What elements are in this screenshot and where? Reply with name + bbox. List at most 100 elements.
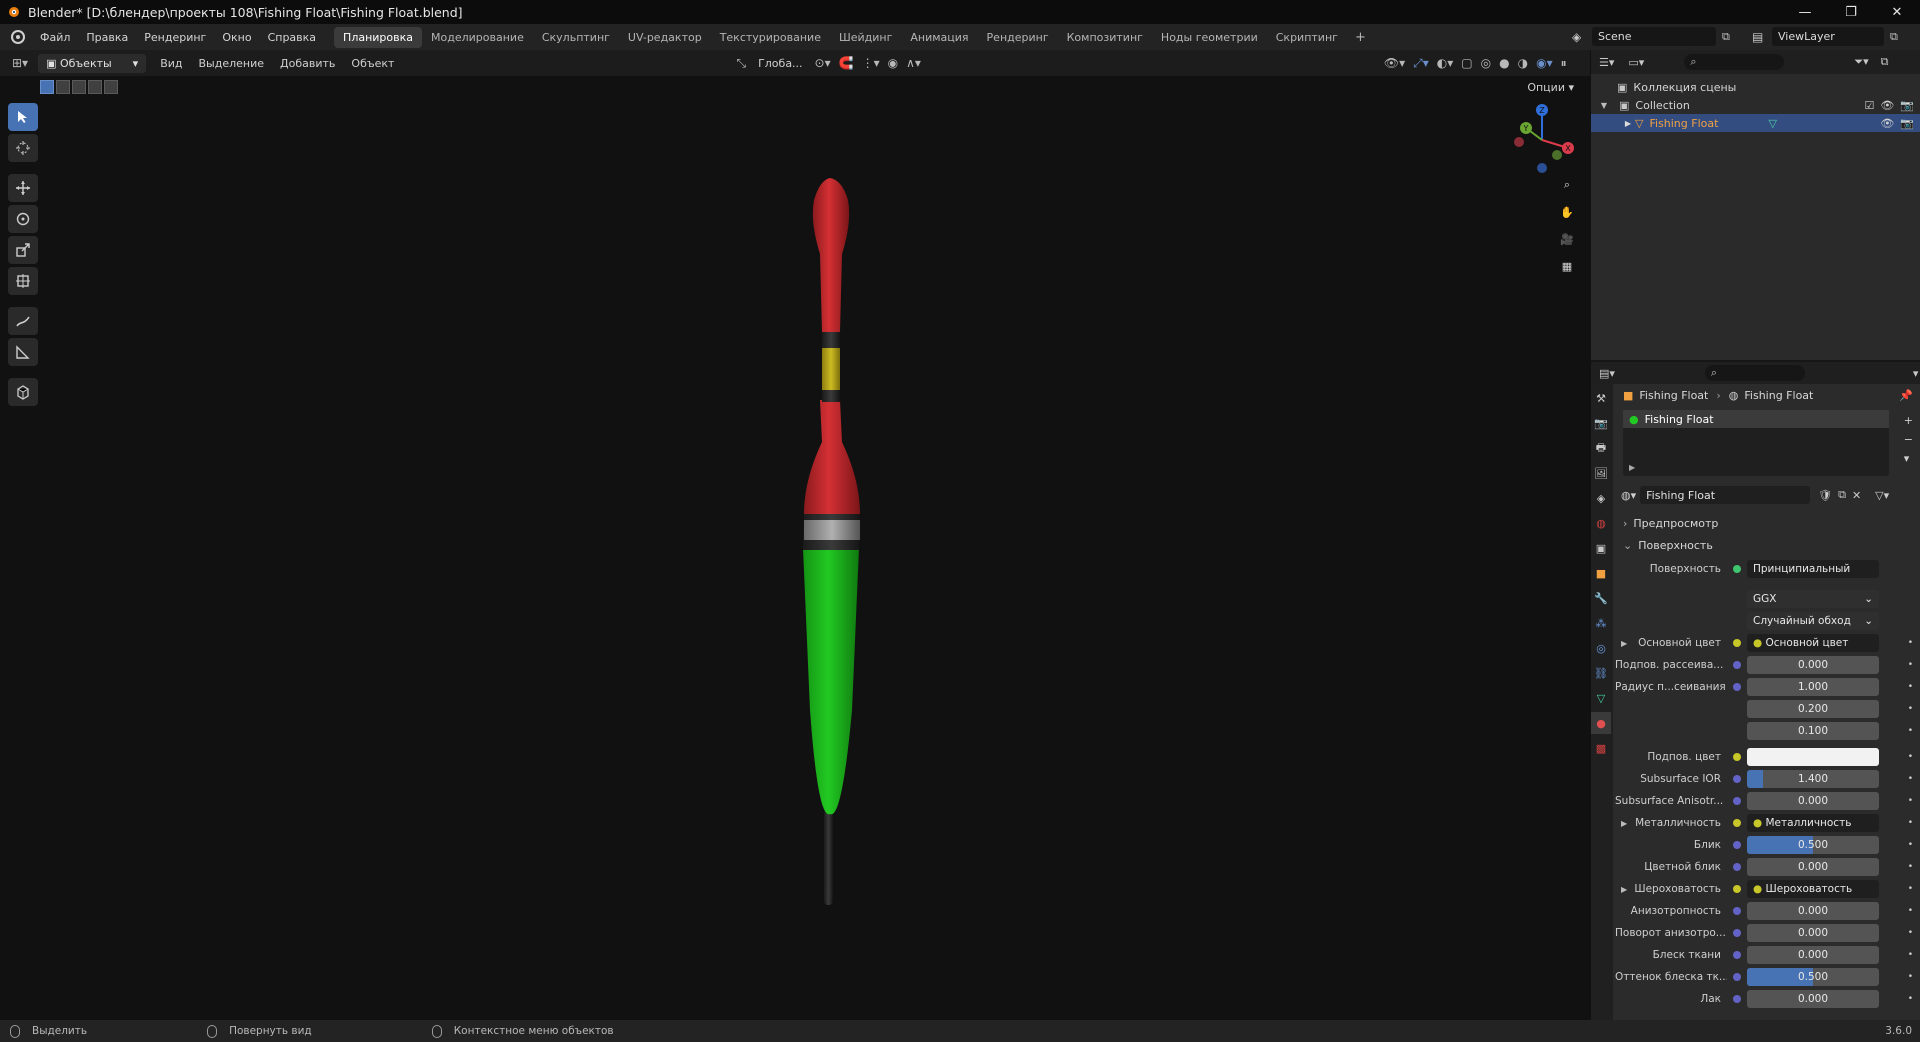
- xray-icon[interactable]: ▢: [1457, 56, 1476, 70]
- number-field[interactable]: 0.000: [1747, 990, 1879, 1008]
- input-socket-icon[interactable]: [1733, 705, 1741, 713]
- input-socket-icon[interactable]: [1733, 819, 1741, 827]
- tab-shading[interactable]: Шейдинг: [830, 27, 901, 48]
- tab-compositing[interactable]: Композитинг: [1058, 27, 1152, 48]
- scale-tool[interactable]: [8, 236, 38, 264]
- select-extend-button[interactable]: [56, 80, 70, 94]
- move-tool[interactable]: [8, 174, 38, 202]
- properties-search-input[interactable]: ⌕: [1704, 365, 1805, 381]
- new-collection-icon[interactable]: ⧉: [1881, 55, 1889, 69]
- view-layer-selector[interactable]: ViewLayer: [1772, 27, 1884, 46]
- add-workspace-button[interactable]: +: [1347, 30, 1374, 45]
- linked-input-field[interactable]: ● Основной цвет: [1747, 634, 1879, 652]
- keyframe-dot-icon[interactable]: •: [1908, 906, 1913, 916]
- tab-layout[interactable]: Планировка: [334, 26, 423, 48]
- scene-selector[interactable]: Scene: [1592, 27, 1716, 46]
- keyframe-dot-icon[interactable]: •: [1908, 950, 1913, 960]
- menu-view[interactable]: Вид: [152, 57, 190, 70]
- input-socket-icon[interactable]: [1733, 973, 1741, 981]
- input-socket-icon[interactable]: [1733, 661, 1741, 669]
- axis-neg-y-icon[interactable]: [1552, 150, 1562, 160]
- menu-add[interactable]: Добавить: [272, 57, 343, 70]
- tab-geometry-nodes[interactable]: Ноды геометрии: [1152, 27, 1267, 48]
- select-intersect-button[interactable]: [104, 80, 118, 94]
- gizmo-toggle-icon[interactable]: ⤢▾: [1409, 56, 1433, 71]
- tab-constraints[interactable]: ⛓: [1591, 662, 1611, 684]
- properties-editor-icon[interactable]: ▤▾: [1599, 367, 1615, 380]
- input-socket-icon[interactable]: [1733, 929, 1741, 937]
- pin-icon[interactable]: 📌: [1899, 389, 1913, 402]
- number-field[interactable]: 0.000: [1747, 902, 1879, 920]
- input-socket-icon[interactable]: [1733, 727, 1741, 735]
- select-box-tool[interactable]: [8, 103, 38, 131]
- display-mode-icon[interactable]: ▭▾: [1628, 56, 1644, 69]
- collection-row[interactable]: ▼ ▣ Collection ☑ 👁 📷: [1591, 96, 1920, 114]
- surface-shader-field[interactable]: Принципиальный BSDF: [1747, 560, 1879, 578]
- input-socket-icon[interactable]: [1733, 683, 1741, 691]
- object-row-fishing-float[interactable]: ▶ ▽ Fishing Float ▽ 👁 📷: [1591, 114, 1920, 132]
- tab-sculpting[interactable]: Скульптинг: [533, 27, 619, 48]
- axis-neg-x-icon[interactable]: [1514, 137, 1524, 147]
- visibility-icon[interactable]: 👁▾: [1380, 56, 1409, 70]
- editor-type-icon[interactable]: ⊞▾: [8, 56, 32, 70]
- camera-view-icon[interactable]: 🎥: [1556, 228, 1578, 250]
- fishing-float-model[interactable]: [780, 150, 880, 910]
- keyframe-dot-icon[interactable]: •: [1908, 726, 1913, 736]
- tab-particles[interactable]: ⁂: [1591, 612, 1611, 634]
- expand-object-icon[interactable]: ▶: [1591, 119, 1635, 128]
- properties-options-icon[interactable]: ▾: [1913, 367, 1919, 380]
- keyframe-dot-icon[interactable]: •: [1908, 862, 1913, 872]
- mode-dropdown[interactable]: ▣ Объекты ▾: [38, 53, 147, 73]
- preview-panel-header[interactable]: › Предпросмотр: [1615, 512, 1920, 534]
- input-socket-icon[interactable]: [1733, 639, 1741, 647]
- tab-modifiers[interactable]: 🔧: [1591, 587, 1611, 609]
- menu-help[interactable]: Справка: [260, 31, 324, 44]
- 3d-viewport[interactable]: ⊞▾ ▣ Объекты ▾ Вид Выделение Добавить Об…: [0, 50, 1590, 1020]
- menu-render[interactable]: Рендеринг: [136, 31, 214, 44]
- expand-input-icon[interactable]: ▶: [1621, 819, 1627, 828]
- tab-collection[interactable]: ▣: [1591, 537, 1611, 559]
- transform-tool[interactable]: [8, 267, 38, 295]
- expand-collection-icon[interactable]: ▼: [1591, 101, 1617, 110]
- fake-user-icon[interactable]: 🛡: [1818, 489, 1832, 502]
- tab-output[interactable]: 🖶: [1591, 437, 1611, 459]
- number-field[interactable]: 0.000: [1747, 656, 1879, 674]
- number-field[interactable]: 0.000: [1747, 858, 1879, 876]
- menu-object[interactable]: Объект: [343, 57, 402, 70]
- minimize-button[interactable]: —: [1782, 0, 1828, 24]
- tab-texture-paint[interactable]: Текстурирование: [711, 27, 830, 48]
- options-dropdown[interactable]: Опции ▾: [1519, 79, 1582, 96]
- input-socket-icon[interactable]: [1733, 951, 1741, 959]
- measure-tool[interactable]: [8, 338, 38, 366]
- pivot-icon[interactable]: ⊙▾: [811, 56, 835, 70]
- pause-render-icon[interactable]: ⏸: [1557, 56, 1571, 71]
- annotate-tool[interactable]: [8, 307, 38, 335]
- expand-slot-icon[interactable]: ▶: [1629, 463, 1635, 472]
- camera-render-icon[interactable]: 📷: [1900, 117, 1914, 130]
- snap-icon[interactable]: 🧲: [835, 56, 858, 70]
- select-invert-button[interactable]: [88, 80, 102, 94]
- menu-edit[interactable]: Правка: [78, 31, 136, 44]
- tab-tool[interactable]: ⚒: [1591, 387, 1611, 409]
- input-socket-icon[interactable]: [1733, 775, 1741, 783]
- expand-input-icon[interactable]: ▶: [1621, 639, 1627, 648]
- menu-select[interactable]: Выделение: [191, 57, 273, 70]
- input-socket-icon[interactable]: [1733, 841, 1741, 849]
- solid-shading-icon[interactable]: ●: [1495, 56, 1513, 70]
- input-socket-icon[interactable]: [1733, 885, 1741, 893]
- keyframe-dot-icon[interactable]: •: [1908, 796, 1913, 806]
- keyframe-dot-icon[interactable]: •: [1908, 704, 1913, 714]
- exclude-checkbox-icon[interactable]: ☑: [1864, 99, 1874, 112]
- material-browse-icon[interactable]: ◍▾: [1621, 489, 1636, 502]
- number-field[interactable]: 0.000: [1747, 924, 1879, 942]
- add-slot-button[interactable]: +: [1904, 414, 1913, 427]
- filter-icon[interactable]: ⏷▾: [1854, 55, 1868, 69]
- proportional-edit-icon[interactable]: ◉: [884, 56, 902, 70]
- outliner-search-input[interactable]: ⌕: [1684, 54, 1785, 70]
- material-shading-icon[interactable]: ◑: [1514, 56, 1532, 70]
- select-new-button[interactable]: [40, 80, 54, 94]
- number-field[interactable]: 0.000: [1747, 946, 1879, 964]
- keyframe-dot-icon[interactable]: •: [1908, 884, 1913, 894]
- keyframe-dot-icon[interactable]: •: [1908, 774, 1913, 784]
- input-socket-icon[interactable]: [1733, 863, 1741, 871]
